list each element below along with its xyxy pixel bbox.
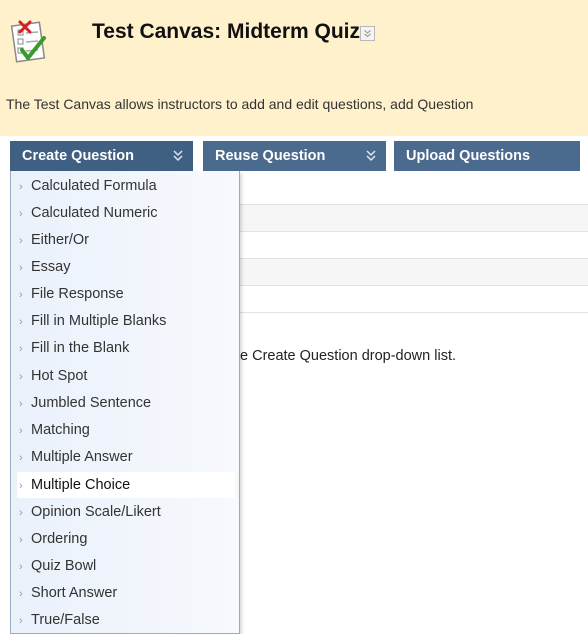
title-chevron-down-icon[interactable] [360,26,375,41]
create-question-button[interactable]: Create Question [10,141,193,171]
menu-item-fill-in-the-blank[interactable]: › Fill in the Blank [17,335,235,361]
chevron-right-icon: › [19,398,23,410]
chevron-right-icon: › [19,615,23,627]
menu-item-either-or[interactable]: › Either/Or [17,227,235,253]
quiz-icon [10,20,46,63]
chevron-right-icon: › [19,425,23,437]
page-title: Test Canvas: Midterm Quiz [92,20,360,43]
menu-item-label: Jumbled Sentence [31,395,152,411]
chevron-right-icon: › [19,371,23,383]
question-list-area [240,204,588,313]
menu-item-label: Hot Spot [31,368,88,384]
content-row [240,231,588,258]
page-header: Test Canvas: Midterm Quiz The Test Canva… [0,0,588,136]
menu-item-file-response[interactable]: › File Response [17,281,235,307]
menu-item-opinion-scale-likert[interactable]: › Opinion Scale/Likert [17,499,235,525]
menu-item-jumbled-sentence[interactable]: › Jumbled Sentence [17,390,235,416]
chevron-down-icon [173,150,183,162]
create-question-dropdown: › Calculated Formula › Calculated Numeric … [10,171,240,634]
menu-item-label: Fill in the Blank [31,340,130,356]
menu-item-fill-in-multiple-blanks[interactable]: › Fill in Multiple Blanks [17,308,235,334]
menu-item-label: Fill in Multiple Blanks [31,313,167,329]
menu-item-true-false[interactable]: › True/False [17,607,235,633]
menu-item-multiple-answer[interactable]: › Multiple Answer [17,444,235,470]
menu-item-label: Multiple Answer [31,449,133,465]
content-row-divider [240,312,588,313]
menu-item-quiz-bowl[interactable]: › Quiz Bowl [17,553,235,579]
chevron-right-icon: › [19,262,23,274]
chevron-right-icon: › [19,181,23,193]
upload-questions-button[interactable]: Upload Questions [394,141,580,171]
chevron-right-icon: › [19,534,23,546]
menu-item-short-answer[interactable]: › Short Answer [17,580,235,606]
menu-item-calculated-numeric[interactable]: › Calculated Numeric [17,200,235,226]
menu-item-label: True/False [31,612,100,628]
content-row [240,258,588,285]
menu-item-label: Either/Or [31,232,90,248]
chevron-right-icon: › [19,316,23,328]
menu-item-label: Essay [31,259,71,275]
chevron-right-icon: › [19,507,23,519]
reuse-question-button[interactable]: Reuse Question [203,141,386,171]
menu-item-essay[interactable]: › Essay [17,254,235,280]
instruction-text: e Create Question drop-down list. [240,348,456,364]
content-row [240,285,588,312]
content-row [240,204,588,231]
page-description: The Test Canvas allows instructors to ad… [6,96,474,112]
menu-item-matching[interactable]: › Matching [17,417,235,443]
menu-item-hot-spot[interactable]: › Hot Spot [17,363,235,389]
menu-item-label: Matching [31,422,90,438]
menu-item-multiple-choice[interactable]: › Multiple Choice [17,472,235,498]
menu-item-label: Short Answer [31,585,118,601]
chevron-right-icon: › [19,561,23,573]
chevron-right-icon: › [19,452,23,464]
action-bar: Create Question Reuse Question Upload Qu… [10,141,588,171]
chevron-right-icon: › [19,208,23,220]
menu-item-label: Opinion Scale/Likert [31,504,161,520]
menu-item-label: Calculated Formula [31,178,157,194]
chevron-right-icon: › [19,588,23,600]
chevron-down-icon [366,150,376,162]
menu-item-label: Calculated Numeric [31,205,158,221]
menu-item-label: Ordering [31,531,88,547]
menu-item-label: Quiz Bowl [31,558,97,574]
menu-item-calculated-formula[interactable]: › Calculated Formula [17,173,235,199]
chevron-right-icon: › [19,480,23,492]
upload-questions-label: Upload Questions [406,148,531,164]
menu-item-label: File Response [31,286,124,302]
menu-item-label: Multiple Choice [31,477,131,493]
reuse-question-label: Reuse Question [215,148,326,164]
menu-item-ordering[interactable]: › Ordering [17,526,235,552]
chevron-right-icon: › [19,235,23,247]
chevron-right-icon: › [19,289,23,301]
chevron-right-icon: › [19,343,23,355]
create-question-label: Create Question [22,148,134,164]
